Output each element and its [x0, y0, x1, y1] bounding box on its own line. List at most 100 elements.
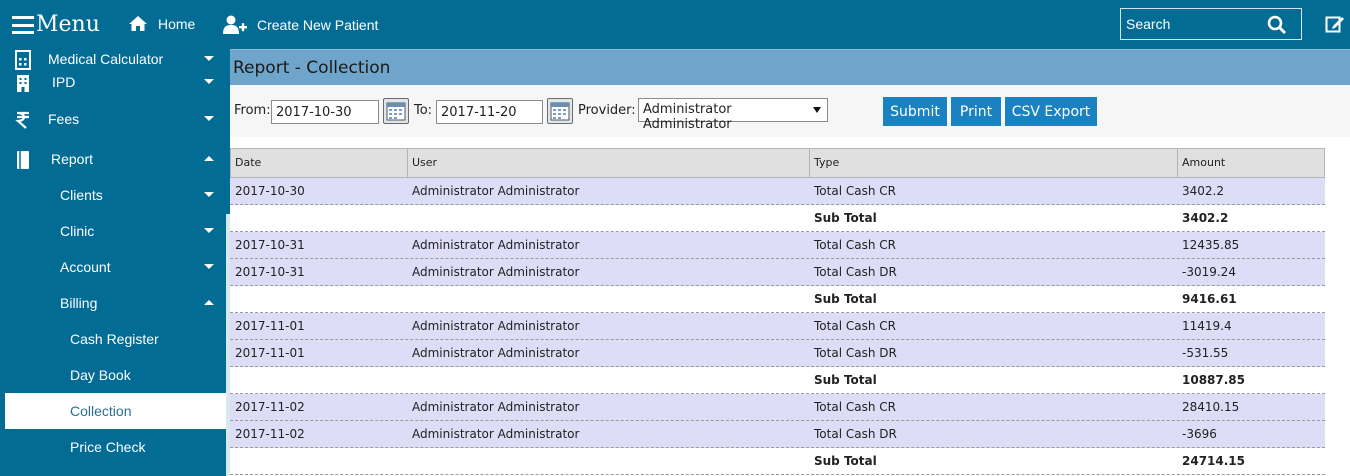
sidebar-item-label: Clinic: [60, 223, 95, 239]
create-patient-label: Create New Patient: [257, 17, 379, 33]
sidebar-item-report[interactable]: Report: [0, 141, 226, 177]
collection-table: Date User Type Amount 2017-10-30 Administ…: [230, 148, 1325, 475]
table-row: 2017-10-31 Administrator Administrator Tot…: [230, 232, 1325, 259]
sidebar-item-label: Clients: [60, 187, 103, 203]
user-cell: Administrator Administrator: [412, 184, 580, 198]
sidebar-item-price-check[interactable]: Price Check: [0, 429, 226, 465]
amount-cell: -3696: [1182, 427, 1217, 441]
column-header-type: Type: [810, 149, 1178, 177]
table-row: 2017-11-01 Administrator Administrator Tot…: [230, 340, 1325, 367]
date-cell: [230, 448, 407, 474]
home-label: Home: [158, 15, 196, 32]
hamburger-icon: [12, 16, 34, 34]
page-title: Report - Collection: [233, 58, 391, 78]
table-row: 2017-11-01 Administrator Administrator Tot…: [230, 313, 1325, 340]
type-cell: Total Cash DR: [814, 265, 897, 279]
date-cell: 2017-11-01: [235, 346, 305, 360]
amount-cell: 28410.15: [1182, 400, 1240, 414]
print-button[interactable]: Print: [951, 97, 1001, 126]
menu-button[interactable]: Menu: [12, 12, 100, 38]
from-date-input[interactable]: [271, 100, 379, 124]
from-calendar-button[interactable]: [383, 98, 409, 124]
amount-cell: 11419.4: [1182, 319, 1232, 333]
subtotal-row: Sub Total 10887.85: [230, 367, 1325, 394]
sidebar-item-label: Day Book: [70, 367, 131, 383]
table-row: 2017-11-02 Administrator Administrator Tot…: [230, 421, 1325, 448]
column-header-amount: Amount: [1182, 156, 1226, 169]
user-cell: [407, 448, 809, 474]
sidebar-item-collection[interactable]: Collection: [5, 393, 226, 429]
table-row: 2017-11-02 Administrator Administrator Tot…: [230, 394, 1325, 421]
sidebar-item-clinic[interactable]: Clinic: [0, 213, 226, 249]
sidebar-item-billing[interactable]: Billing: [0, 285, 226, 321]
sidebar-item-day-book[interactable]: Day Book: [0, 357, 226, 393]
rupee-icon: [15, 111, 29, 129]
home-link[interactable]: Home: [128, 15, 195, 32]
filter-bar: From: To: Provider: Administrator Admini…: [230, 85, 1350, 137]
chevron-down-icon: [204, 264, 214, 269]
calendar-icon: [550, 102, 570, 121]
user-cell: Administrator Administrator: [412, 427, 580, 441]
date-cell: [230, 205, 407, 231]
sidebar-item-cash-register[interactable]: Cash Register: [0, 321, 226, 357]
amount-cell: -531.55: [1182, 346, 1229, 360]
table-header: Date User Type Amount: [230, 148, 1325, 178]
table-row: 2017-10-31 Administrator Administrator Tot…: [230, 259, 1325, 286]
type-cell: Sub Total: [814, 292, 877, 306]
sidebar-item-clients[interactable]: Clients: [0, 177, 226, 213]
sidebar-item-label: Price Check: [70, 439, 146, 455]
add-user-icon: [223, 15, 247, 34]
dropdown-arrow-icon: [813, 107, 821, 113]
user-cell: [407, 286, 809, 312]
csv-export-button[interactable]: CSV Export: [1005, 97, 1097, 126]
chevron-down-icon: [204, 56, 214, 61]
from-label: From:: [234, 103, 271, 118]
sidebar-item-label: Cash Register: [70, 331, 159, 347]
type-cell: Total Cash CR: [814, 184, 896, 198]
to-calendar-button[interactable]: [547, 98, 573, 124]
user-cell: Administrator Administrator: [412, 238, 580, 252]
sidebar-item-label: Billing: [60, 295, 98, 311]
chevron-up-icon: [204, 300, 214, 305]
create-patient-link[interactable]: Create New Patient: [223, 15, 378, 35]
user-cell: Administrator Administrator: [412, 319, 580, 333]
chevron-down-icon: [204, 79, 214, 84]
search-input[interactable]: [1121, 16, 1261, 32]
chevron-down-icon: [204, 228, 214, 233]
user-cell: Administrator Administrator: [412, 346, 580, 360]
type-cell: Total Cash DR: [814, 427, 897, 441]
date-cell: 2017-10-31: [235, 265, 305, 279]
to-date-input[interactable]: [436, 100, 543, 124]
user-cell: [407, 367, 809, 393]
to-label: To:: [414, 103, 433, 118]
submit-button[interactable]: Submit: [883, 97, 947, 126]
home-icon: [129, 16, 147, 31]
building-icon: [17, 75, 29, 92]
table-row: 2017-10-30 Administrator Administrator Tot…: [230, 178, 1325, 205]
type-cell: Sub Total: [814, 211, 877, 225]
amount-cell: 3402.2: [1182, 184, 1224, 198]
amount-cell: 9416.61: [1182, 292, 1237, 306]
user-cell: [407, 205, 809, 231]
amount-cell: 24714.15: [1182, 454, 1246, 468]
calendar-icon: [386, 102, 406, 121]
amount-cell: 10887.85: [1182, 373, 1246, 387]
sidebar-item-fees[interactable]: Fees: [0, 101, 226, 137]
sidebar-item-label: Fees: [48, 111, 80, 127]
date-cell: [230, 367, 407, 393]
edit-icon[interactable]: [1325, 14, 1345, 34]
sidebar-item-label: IPD: [52, 74, 76, 90]
chevron-down-icon: [204, 192, 214, 197]
sidebar-item-label: Report: [51, 151, 94, 167]
search-icon[interactable]: [1267, 15, 1287, 35]
type-cell: Total Cash CR: [814, 319, 896, 333]
provider-label: Provider:: [578, 103, 636, 118]
column-header-date: Date: [231, 149, 408, 177]
sidebar-item-ipd[interactable]: IPD: [0, 64, 226, 100]
date-cell: 2017-11-02: [235, 400, 305, 414]
sidebar-item-account[interactable]: Account: [0, 249, 226, 285]
provider-select[interactable]: Administrator Administrator: [638, 98, 828, 132]
top-bar: Menu Home Create New Patient: [0, 0, 1350, 49]
user-cell: Administrator Administrator: [412, 400, 580, 414]
type-cell: Total Cash CR: [814, 400, 896, 414]
